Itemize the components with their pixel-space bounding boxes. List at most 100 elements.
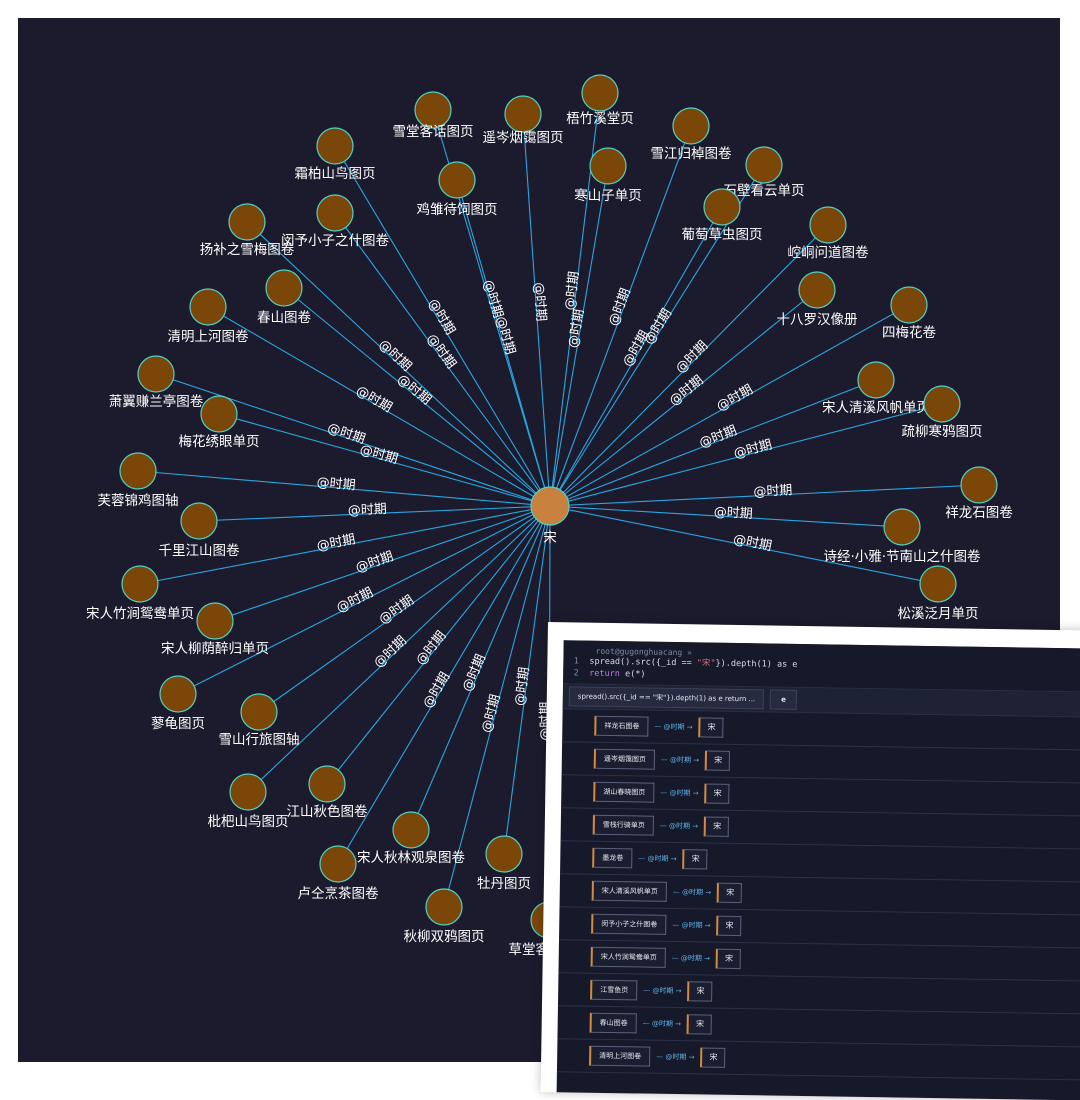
graph-node[interactable]: 雪堂客话图页 [393, 91, 474, 140]
node-circle[interactable] [798, 271, 836, 309]
edge-arrow: — @时期 → [642, 1019, 682, 1029]
edge-label: @时期 [425, 296, 458, 337]
graph-node[interactable]: 牡丹图页 [477, 835, 531, 892]
node-circle[interactable] [121, 565, 159, 603]
node-circle[interactable] [581, 74, 619, 112]
node-label: 雪江归棹图卷 [651, 145, 732, 162]
node-circle[interactable] [919, 565, 957, 603]
node-circle[interactable] [119, 452, 157, 490]
graph-node[interactable]: 霜柏山鸟图页 [295, 127, 376, 182]
source-node-chip[interactable]: 春山图卷 [589, 1012, 637, 1034]
source-node-chip[interactable]: 雪栈行骑单页 [592, 814, 654, 836]
graph-node[interactable]: 千里江山图卷 [159, 502, 240, 559]
edge-arrow: — @时期 → [638, 854, 677, 864]
node-circle[interactable] [200, 395, 238, 433]
node-circle[interactable] [137, 355, 175, 393]
graph-node[interactable]: 江山秋色图卷 [287, 765, 368, 820]
node-circle[interactable] [240, 693, 278, 731]
node-circle[interactable] [229, 773, 267, 811]
node-circle[interactable] [857, 361, 895, 399]
source-node-chip[interactable]: 墨龙卷 [592, 847, 633, 869]
node-label: 蓼龟图页 [151, 716, 205, 732]
node-circle[interactable] [745, 146, 783, 184]
graph-node[interactable]: 闵予小子之什图卷 [281, 194, 389, 249]
source-node-chip[interactable]: 宋人竹涧鸳鸯单页 [590, 946, 666, 968]
node-circle[interactable] [960, 466, 998, 504]
graph-node[interactable]: 清明上河图卷 [168, 288, 249, 345]
graph-node[interactable]: 遥岑烟霭图页 [483, 95, 564, 146]
edge-label: @时期 [413, 628, 449, 668]
tab-query-result[interactable]: spread().src({_id == "宋"}).depth(1) as e… [568, 686, 765, 710]
node-circle[interactable] [319, 845, 357, 883]
target-node-chip[interactable]: 宋 [703, 816, 730, 837]
node-circle[interactable] [703, 188, 741, 226]
node-circle[interactable] [392, 811, 430, 849]
node-circle[interactable] [485, 835, 523, 873]
node-circle[interactable] [316, 194, 354, 232]
node-circle[interactable] [890, 286, 928, 324]
source-node-chip[interactable]: 湖山春晓图页 [593, 781, 655, 803]
graph-node[interactable]: 四梅花卷 [882, 286, 936, 341]
node-label: 宋人竹涧鸳鸯单页 [86, 606, 194, 622]
graph-node[interactable]: 枇杷山鸟图页 [208, 773, 289, 830]
node-circle[interactable] [308, 765, 346, 803]
node-circle[interactable] [180, 502, 218, 540]
node-circle[interactable] [923, 385, 961, 423]
node-circle[interactable] [809, 206, 847, 244]
node-circle[interactable] [589, 147, 627, 185]
graph-node[interactable]: 祥龙石图卷 [945, 466, 1013, 521]
graph-node[interactable]: 芙蓉锦鸡图轴 [98, 452, 179, 509]
node-circle[interactable] [504, 95, 542, 133]
graph-node[interactable]: 梧竹溪堂页 [566, 74, 634, 127]
target-node-chip[interactable]: 宋 [682, 849, 708, 870]
node-label: 松溪泛月单页 [898, 606, 979, 622]
node-label: 千里江山图卷 [159, 543, 240, 559]
graph-node[interactable]: 春山图卷 [257, 269, 311, 326]
graph-node[interactable]: 崆峒问道图卷 [788, 206, 869, 261]
target-node-chip[interactable]: 宋 [705, 750, 731, 771]
target-node-chip[interactable]: 宋 [716, 915, 742, 937]
source-node-chip[interactable]: 遥岑烟霭图页 [593, 748, 656, 770]
source-node-chip[interactable]: 清明上河图卷 [589, 1045, 651, 1067]
node-circle[interactable] [414, 91, 452, 129]
graph-node[interactable]: 萧翼赚兰亭图卷 [109, 355, 204, 410]
tab-alias-e[interactable]: e [770, 689, 798, 710]
graph-node[interactable]: 雪江归棹图卷 [651, 107, 732, 162]
target-node-chip[interactable]: 宋 [700, 1047, 726, 1068]
graph-node[interactable]: 秋柳双鸦图页 [404, 888, 485, 945]
source-node-chip[interactable]: 祥龙石图卷 [594, 715, 649, 737]
node-circle[interactable] [228, 203, 266, 241]
source-node-chip[interactable]: 江雪鱼页 [590, 979, 638, 1001]
source-node-chip[interactable]: 宋人清溪风帆单页 [591, 880, 667, 902]
graph-node[interactable]: 十八罗汉像册 [777, 271, 858, 328]
target-node-chip[interactable]: 宋 [715, 948, 742, 970]
graph-node[interactable]: 宋人清溪风帆单页 [822, 361, 930, 416]
target-node-chip[interactable]: 宋 [704, 783, 730, 804]
node-circle[interactable] [189, 288, 227, 326]
result-row[interactable]: 清明上河图卷 — @时期 → 宋 [556, 1039, 1080, 1081]
node-circle[interactable] [159, 675, 197, 713]
graph-node[interactable]: 石壁看云单页 [724, 146, 805, 199]
node-circle[interactable] [883, 508, 921, 546]
target-node-chip[interactable]: 宋 [698, 717, 724, 738]
graph-node[interactable]: 雪山行旅图轴 [219, 693, 300, 748]
graph-node[interactable]: 鸡雏待饲图页 [417, 161, 498, 218]
target-node-chip[interactable]: 宋 [716, 882, 743, 904]
node-circle[interactable] [196, 602, 234, 640]
graph-node[interactable]: 寒山子单页 [574, 147, 642, 204]
target-node-chip[interactable]: 宋 [687, 981, 713, 1002]
node-circle[interactable] [316, 127, 354, 165]
node-circle[interactable] [265, 269, 303, 307]
graph-node[interactable]: 宋人秋林观泉图卷 [357, 811, 465, 866]
graph-node[interactable]: 扬补之雪梅图卷 [200, 203, 295, 258]
node-circle[interactable] [425, 888, 463, 926]
target-node-chip[interactable]: 宋 [686, 1014, 713, 1035]
center-node-circle[interactable] [530, 486, 570, 526]
graph-node[interactable]: 宋人竹涧鸳鸯单页 [86, 565, 194, 622]
node-circle[interactable] [672, 107, 710, 145]
node-circle[interactable] [438, 161, 476, 199]
code-keyword: return [589, 668, 620, 680]
node-label: 霜柏山鸟图页 [295, 166, 376, 182]
graph-node[interactable]: 松溪泛月单页 [898, 565, 979, 622]
source-node-chip[interactable]: 闵予小子之什图卷 [591, 913, 667, 935]
